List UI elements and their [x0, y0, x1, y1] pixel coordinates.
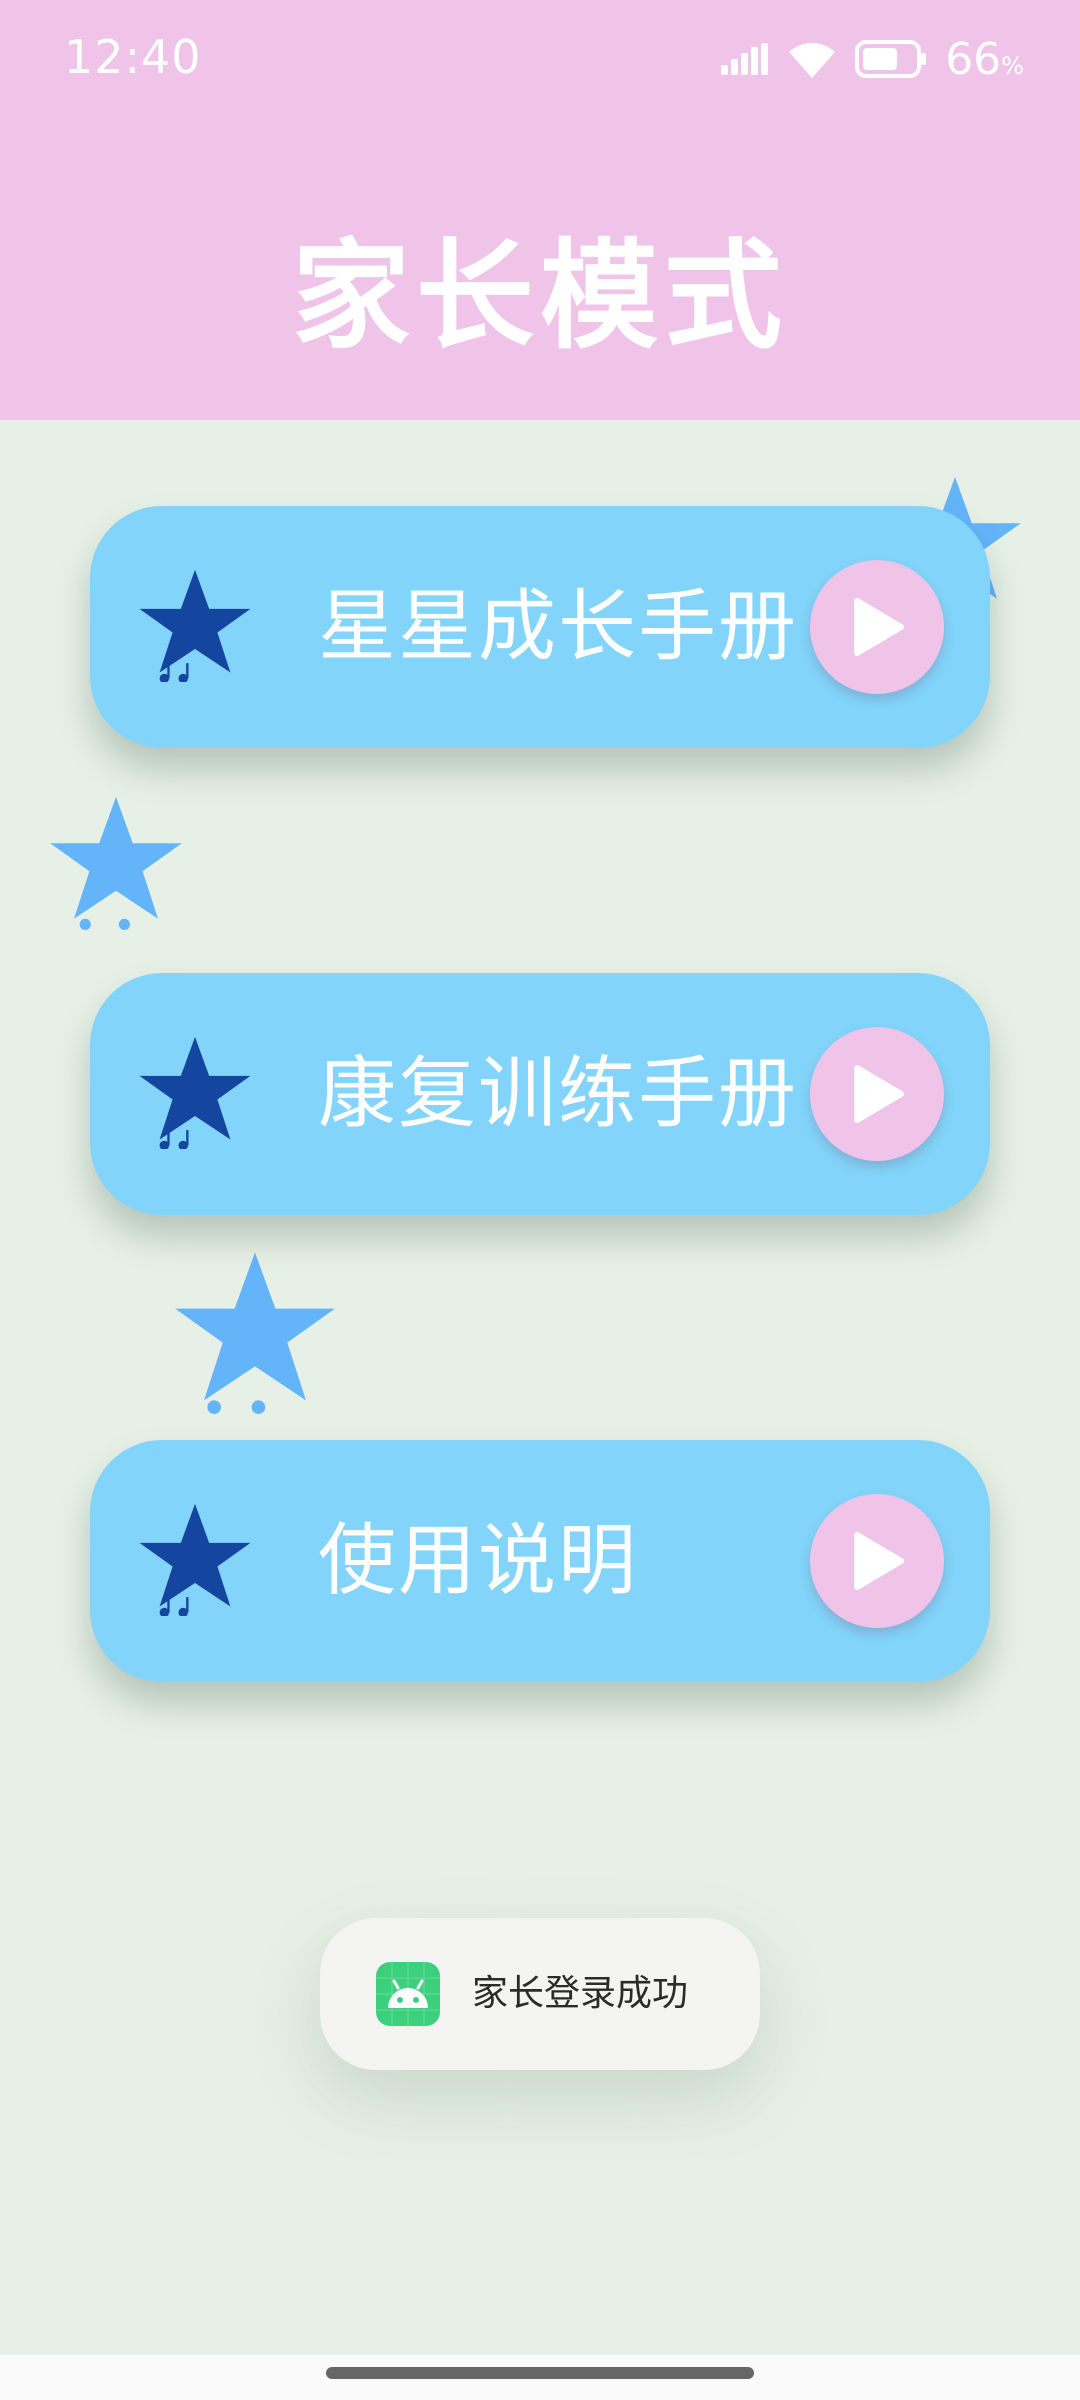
header-bar: 12:40 66% 家长模式	[0, 0, 1080, 420]
play-button[interactable]	[810, 1027, 944, 1161]
play-icon	[854, 598, 904, 656]
menu-label: 使用说明	[318, 1516, 639, 1606]
menu-label: 康复训练手册	[318, 1049, 799, 1139]
page-title: 家长模式	[291, 227, 788, 365]
battery-icon	[855, 40, 927, 78]
play-button[interactable]	[810, 560, 944, 694]
toast-notification: 家长登录成功	[320, 1918, 760, 2070]
decorative-star-icon	[175, 1252, 335, 1414]
battery-level: 66%	[945, 33, 1024, 85]
menu-button-rehab-handbook[interactable]: 康复训练手册	[90, 973, 990, 1215]
status-time: 12:40	[64, 30, 202, 84]
star-music-icon	[139, 569, 251, 682]
status-icons: 66%	[721, 32, 1024, 86]
menu-button-growth-handbook[interactable]: 星星成长手册	[90, 506, 990, 748]
home-gesture-handle[interactable]	[326, 2367, 754, 2379]
wifi-icon	[789, 43, 836, 78]
play-icon	[854, 1065, 904, 1123]
play-button[interactable]	[810, 1494, 944, 1628]
menu-label: 星星成长手册	[318, 582, 799, 672]
signal-icon	[721, 43, 769, 75]
play-icon	[854, 1532, 904, 1590]
star-music-icon	[139, 1503, 251, 1616]
decorative-star-icon	[50, 797, 182, 930]
android-icon	[376, 1962, 440, 2026]
star-music-icon	[139, 1036, 251, 1149]
toast-message: 家长登录成功	[472, 1973, 689, 2014]
menu-button-instructions[interactable]: 使用说明	[90, 1440, 990, 1682]
